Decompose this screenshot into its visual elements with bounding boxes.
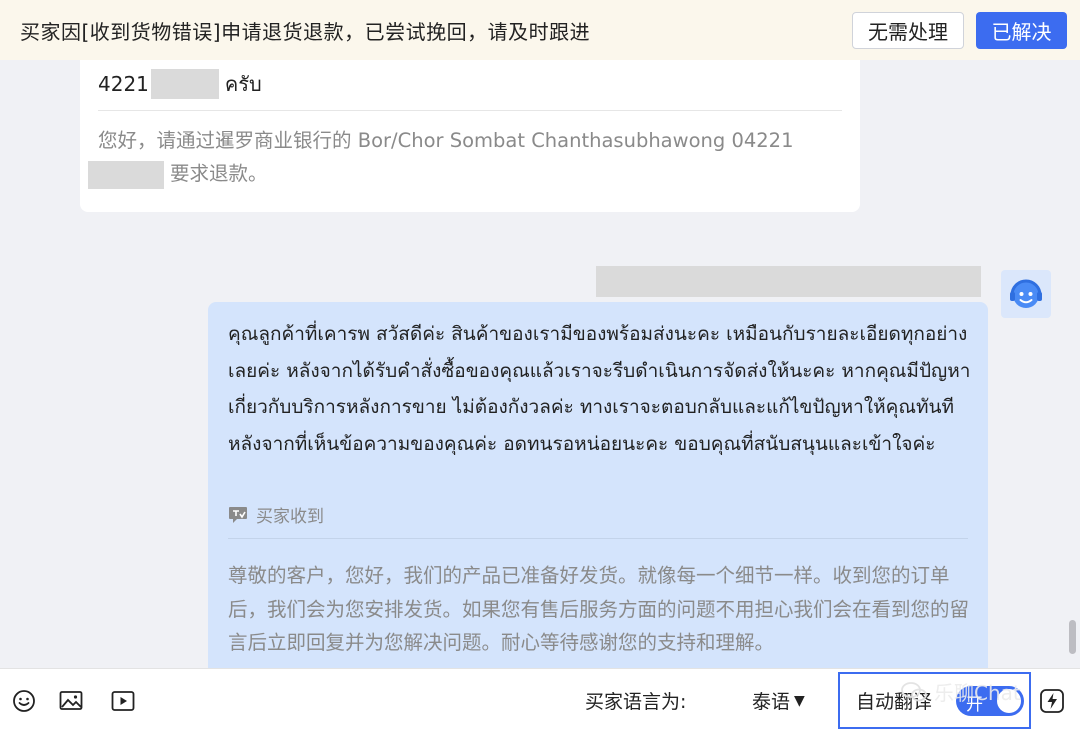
auto-translate-control: 自动翻译 开 (838, 672, 1031, 729)
notice-banner: 买家因[收到货物错误]申请退货退款，已尝试挽回，请及时跟进 无需处理 已解决 (0, 0, 1080, 60)
resolved-button[interactable]: 已解决 (976, 12, 1067, 49)
receipt-status: 买家收到 (228, 502, 324, 527)
agent-avatar[interactable] (1001, 270, 1051, 318)
emoji-icon[interactable] (11, 688, 37, 714)
incoming-translation: 您好，请通过暹罗商业银行的 Bor/Chor Sombat Chanthasub… (88, 124, 848, 190)
buyer-language-label: 买家语言为: (585, 691, 687, 713)
incoming-text-prefix: 4221 (98, 72, 149, 96)
redacted-block (150, 69, 219, 99)
incoming-message-text: 4221 ครับ (98, 68, 262, 100)
incoming-message: 4221 ครับ 您好，请通过暹罗商业银行的 Bor/Chor Sombat … (80, 60, 860, 212)
divider (228, 538, 968, 539)
incoming-translation-suffix: 要求退款。 (170, 162, 268, 185)
redacted-block (88, 160, 164, 189)
outgoing-translation: 尊敬的客户，您好，我们的产品已准备好发货。就像每一个细节一样。收到您的订单后，我… (228, 564, 970, 654)
outgoing-message: คุณลูกค้าที่เคารพ สวัสดีค่ะ สินค้าของเรา… (208, 302, 988, 668)
chat-scrollbar[interactable] (1069, 620, 1076, 654)
input-toolbar: 买家语言为: 泰语 ▼ 自动翻译 开 乐聊Chat (0, 668, 1080, 737)
toggle-label: 开 (966, 695, 983, 715)
banner-message: 买家因[收到货物错误]申请退货退款，已尝试挽回，请及时跟进 (20, 19, 591, 44)
caret-down-icon: ▼ (794, 692, 805, 709)
divider (98, 110, 842, 111)
incoming-translation-prefix: 您好，请通过暹罗商业银行的 Bor/Chor Sombat Chanthasub… (98, 129, 794, 152)
buyer-language-value: 泰语 (752, 691, 791, 713)
toggle-knob (997, 689, 1021, 713)
translate-chat-icon (228, 506, 248, 524)
buyer-language-select[interactable]: 泰语 ▼ (752, 687, 805, 714)
flash-icon[interactable] (1038, 687, 1066, 715)
headset-agent-icon (1010, 279, 1042, 308)
auto-translate-toggle[interactable]: 开 (956, 686, 1024, 716)
auto-translate-label: 自动翻译 (856, 691, 933, 713)
incoming-text-suffix: ครับ (224, 72, 262, 96)
outgoing-message-text: คุณลูกค้าที่เคารพ สวัสดีค่ะ สินค้าของเรา… (228, 323, 971, 455)
receipt-label: 买家收到 (256, 507, 324, 527)
chat-area[interactable]: 4221 ครับ 您好，请通过暹罗商业银行的 Bor/Chor Sombat … (0, 60, 1080, 668)
video-icon[interactable] (110, 688, 136, 714)
redacted-sender-name (596, 266, 981, 297)
no-action-button[interactable]: 无需处理 (852, 12, 964, 49)
image-icon[interactable] (58, 688, 84, 714)
